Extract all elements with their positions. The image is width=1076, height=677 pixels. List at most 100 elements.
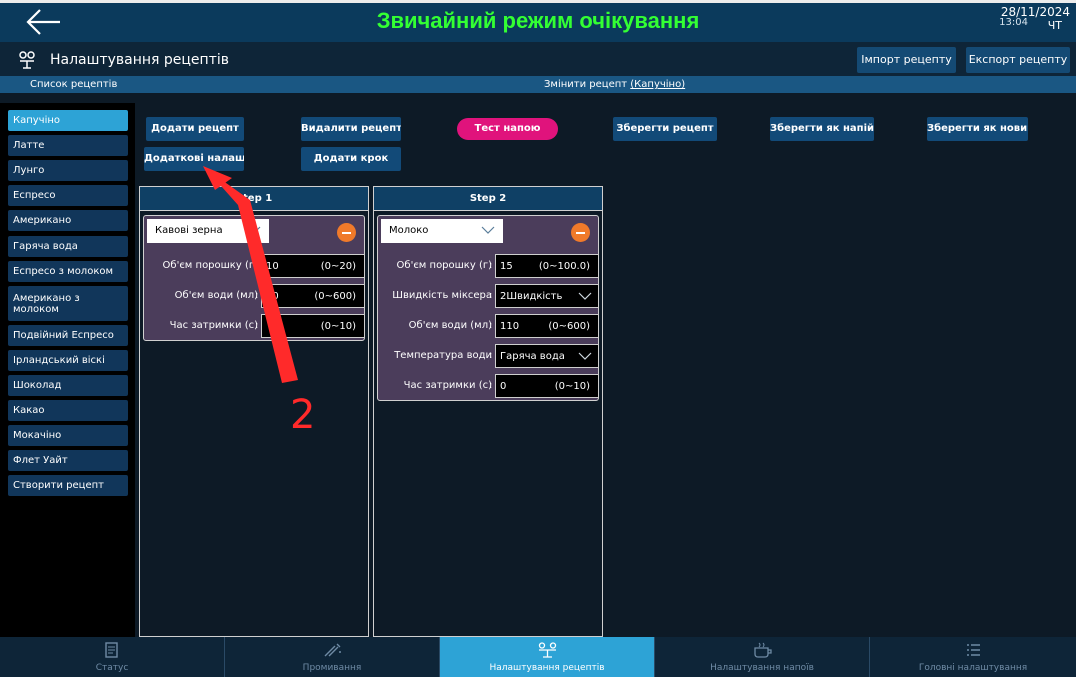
tab-rinse[interactable]: Промивання [225, 637, 440, 677]
field-powder: Об'єм порошку (г) : 10 (0~20) [144, 254, 366, 278]
tab-recipe-settings[interactable]: Налаштування рецептів [440, 637, 655, 677]
water-input[interactable]: 110 (0~600) [495, 314, 599, 338]
field-powder: Об'єм порошку (г) : 15 (0~100.0) [378, 254, 600, 278]
field-value: 2Швидкість [500, 291, 563, 302]
tab-label: Налаштування напоїв [710, 663, 814, 673]
delay-input[interactable]: (0~10) [261, 314, 365, 338]
recipe-icon [19, 51, 35, 69]
tab-label: Промивання [302, 663, 362, 673]
list-icon [967, 644, 980, 656]
field-water: Об'єм води (мл) : 70 (0~600) [144, 284, 366, 308]
sidebar-item-cappuccino[interactable]: Капучіно [8, 110, 128, 131]
delay-input[interactable]: 0 (0~10) [495, 374, 599, 398]
sidebar-item-espresso-milk[interactable]: Еспресо з молоком [8, 261, 128, 282]
sidebar-item-espresso[interactable]: Еспресо [8, 185, 128, 206]
field-label: Час затримки (с) [403, 380, 492, 391]
field-label: Об'єм води (мл) [174, 290, 258, 301]
edit-recipe-name[interactable]: (Капучіно) [630, 79, 685, 90]
field-label: Об'єм порошку (г) [396, 260, 492, 271]
rinse-icon [324, 643, 341, 657]
add-step-button[interactable]: Додати крок [301, 147, 401, 171]
field-label: Час затримки (с) [169, 320, 258, 331]
tab-label: Налаштування рецептів [489, 663, 605, 673]
ingredient-select[interactable]: Молоко [381, 219, 503, 243]
field-value: 0 [500, 381, 507, 392]
step-title: Step 1 [140, 187, 368, 211]
step-column-2: Step 2 Молоко Об'єм порошку (г) : 15 (0~… [373, 186, 603, 637]
save-recipe-button[interactable]: Зберегти рецепт [613, 117, 717, 141]
tab-label: Статус [95, 663, 129, 673]
field-range: (0~10) [320, 321, 356, 332]
ingredient-select[interactable]: Кавові зерна [147, 219, 269, 243]
tab-status[interactable]: Статус [0, 637, 225, 677]
ingredient-value: Молоко [389, 225, 429, 236]
water-temp-select[interactable]: Гаряча вода [495, 344, 599, 368]
powder-input[interactable]: 10 (0~20) [261, 254, 365, 278]
sidebar-item-double-espresso[interactable]: Подвійний Еспресо [8, 325, 128, 346]
tab-main-settings[interactable]: Головні налаштування [870, 637, 1076, 677]
save-as-new-button[interactable]: Зберегти як новий ре [927, 117, 1028, 141]
field-range: (0~20) [320, 261, 356, 272]
field-delay: Час затримки (с) : (0~10) [144, 314, 366, 338]
field-label: Температура води [394, 350, 492, 361]
add-recipe-button[interactable]: Додати рецепт [146, 117, 244, 141]
edit-recipe-label: Змінити рецепт (Капучіно) [544, 76, 685, 93]
field-colon: : [489, 380, 493, 391]
ingredient-value: Кавові зерна [155, 225, 223, 236]
step-column-1: Step 1 Кавові зерна Об'єм порошку (г) : … [139, 186, 369, 637]
import-recipe-button[interactable]: Імпорт рецепту [857, 47, 956, 73]
field-range: (0~10) [554, 381, 590, 392]
remove-step-button[interactable] [571, 223, 590, 242]
clock-time: 13:04 [999, 17, 1028, 28]
sidebar-item-cocoa[interactable]: Какао [8, 400, 128, 421]
field-label: Швидкість міксера [392, 290, 492, 301]
powder-input[interactable]: 15 (0~100.0) [495, 254, 599, 278]
sidebar-item-americano-milk[interactable]: Американо з молоком [8, 286, 128, 321]
remove-step-button[interactable] [337, 223, 356, 242]
sidebar-item-mochaccino[interactable]: Мокачіно [8, 425, 128, 446]
sidebar-item-lungo[interactable]: Лунго [8, 160, 128, 181]
step-title: Step 2 [374, 187, 602, 211]
field-mixer-speed: Швидкість міксера : 2Швидкість [378, 284, 600, 308]
recipe-icon [538, 642, 557, 658]
field-range: (0~600) [548, 321, 590, 332]
page-title: Налаштування рецептів [50, 52, 229, 68]
field-value: 110 [500, 321, 520, 332]
clock: 13:04 28/11/2024 ЧТ [999, 5, 1070, 32]
chevron-down-icon [247, 226, 261, 234]
extra-settings-button[interactable]: Додаткові налаштува [144, 147, 244, 171]
sidebar-item-irish-whisky[interactable]: Ірландський віскі [8, 350, 128, 371]
create-recipe-button[interactable]: Створити рецепт [8, 475, 128, 496]
recipe-list-label: Список рецептів [30, 79, 118, 90]
bottom-nav: Статус Промивання Налаштування рецептів … [0, 637, 1076, 677]
status-icon [105, 642, 118, 658]
field-colon: : [255, 260, 259, 271]
mixer-speed-select[interactable]: 2Швидкість [495, 284, 599, 308]
field-range: (0~600) [314, 291, 356, 302]
save-as-drink-button[interactable]: Зберегти як напій [770, 117, 874, 141]
field-label: Об'єм води (мл) [408, 320, 492, 331]
sidebar-item-chocolate[interactable]: Шоколад [8, 375, 128, 396]
step-card: Кавові зерна Об'єм порошку (г) : 10 (0~2… [143, 215, 365, 341]
sidebar-item-latte[interactable]: Латте [8, 135, 128, 156]
test-drink-button[interactable]: Тест напою [457, 118, 558, 140]
water-input[interactable]: 70 (0~600) [261, 284, 365, 308]
tab-drink-settings[interactable]: Налаштування напоїв [655, 637, 870, 677]
sidebar-item-americano[interactable]: Американо [8, 210, 128, 231]
delete-recipe-button[interactable]: Видалити рецепт [301, 117, 401, 141]
field-value: 70 [266, 291, 279, 302]
field-colon: : [489, 320, 493, 331]
export-recipe-button[interactable]: Експорт рецепту [966, 47, 1070, 73]
field-colon: : [489, 290, 493, 301]
step-card: Молоко Об'єм порошку (г) : 15 (0~100.0) … [377, 215, 599, 401]
cup-icon [754, 642, 772, 658]
status-title: Звичайний режим очікування [376, 8, 700, 33]
field-value: Гаряча вода [500, 351, 565, 362]
recipe-list-sidebar: Капучіно Латте Лунго Еспресо Американо Г… [0, 103, 135, 637]
field-water: Об'єм води (мл) : 110 (0~600) [378, 314, 600, 338]
field-colon: : [489, 260, 493, 271]
field-value: 15 [500, 261, 513, 272]
sidebar-item-hot-water[interactable]: Гаряча вода [8, 236, 128, 257]
top-bar: Звичайний режим очікування 13:04 28/11/2… [0, 0, 1076, 42]
sidebar-item-flat-white[interactable]: Флет Уайт [8, 450, 128, 471]
